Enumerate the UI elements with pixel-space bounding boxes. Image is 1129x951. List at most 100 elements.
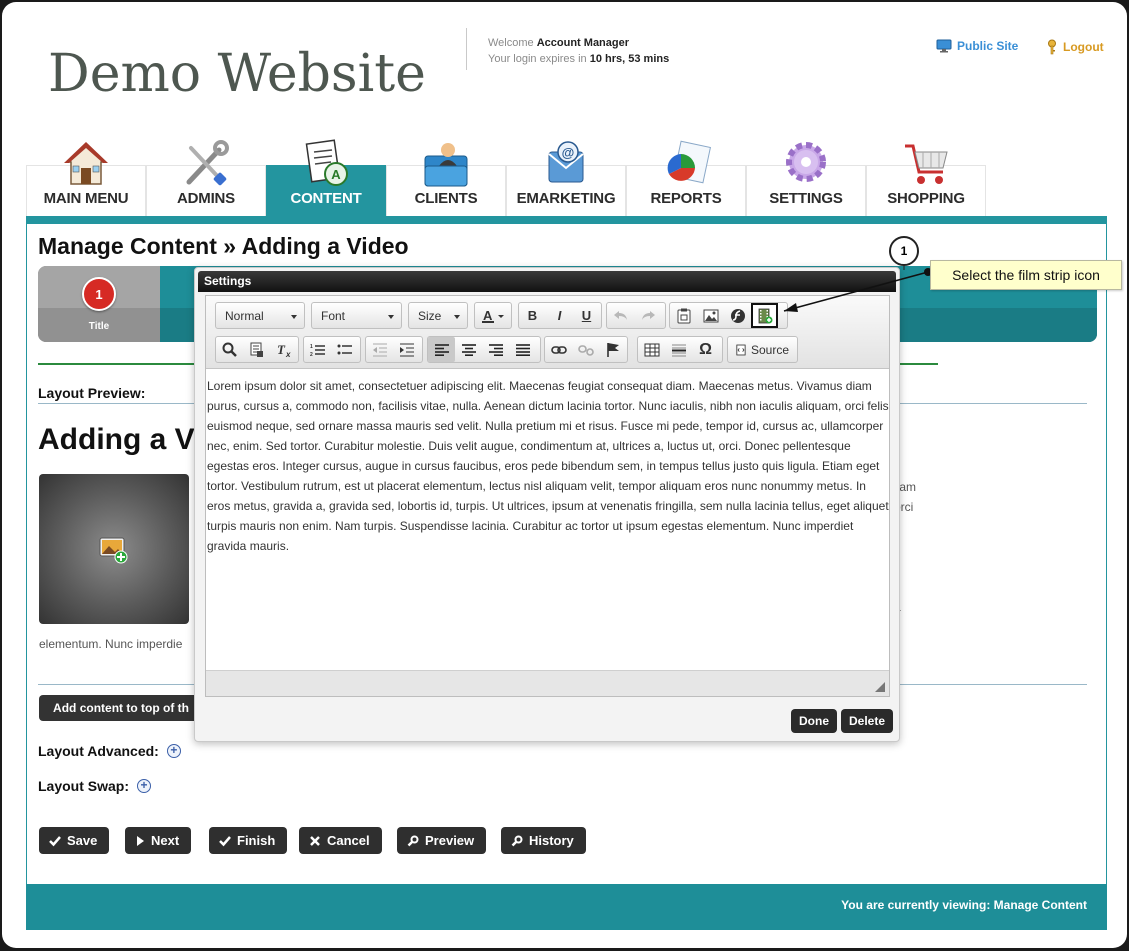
svg-text:A: A — [331, 167, 341, 182]
horizontal-rule-button[interactable] — [665, 337, 692, 362]
underline-button[interactable]: U — [573, 303, 600, 328]
nav-tab-admins[interactable]: ADMINS — [146, 140, 266, 216]
header-divider — [466, 28, 467, 70]
callout-instruction: Select the film strip icon — [930, 260, 1122, 290]
chevron-down-icon — [454, 315, 460, 319]
history-button[interactable]: History — [501, 827, 586, 854]
film-strip-icon — [758, 308, 772, 323]
public-site-link[interactable]: Public Site — [936, 39, 1018, 53]
indent-icon — [399, 343, 414, 356]
table-button[interactable] — [638, 337, 665, 362]
app-frame: Demo Website Welcome Account Manager You… — [2, 2, 1127, 948]
text-color-button[interactable]: A — [475, 303, 511, 328]
link-icon — [550, 345, 567, 354]
nav-tab-content[interactable]: A CONTENT — [266, 139, 386, 216]
undo-button[interactable] — [607, 303, 634, 328]
footer-viewing-text: You are currently viewing: Manage Conten… — [841, 898, 1087, 912]
unlink-button[interactable] — [572, 337, 599, 362]
anchor-button[interactable] — [599, 337, 626, 362]
settings-dialog: Settings Normal Font Size A B I U T x 1 … — [194, 267, 900, 742]
paste-button[interactable] — [670, 303, 697, 328]
step-1-label: Title — [88, 321, 110, 332]
nav-tab-settings[interactable]: SETTINGS — [746, 142, 866, 216]
numbered-list-button[interactable]: 12 — [304, 337, 331, 362]
paste-text-button[interactable] — [243, 337, 270, 362]
nav-label: MAIN MENU — [43, 190, 129, 207]
undo-icon — [613, 310, 627, 320]
image-icon — [703, 309, 718, 322]
editor-content-area[interactable]: Lorem ipsum dolor sit amet, consectetuer… — [206, 370, 889, 670]
svg-text:A: A — [483, 308, 493, 323]
magnifier-icon — [407, 835, 419, 846]
bold-button[interactable]: B — [519, 303, 546, 328]
editor-toolbar: Normal Font Size A B I U T x 1 2 Ω Sourc… — [206, 296, 889, 369]
nav-tab-clients[interactable]: CLIENTS — [386, 143, 506, 216]
insert-media-group — [669, 302, 788, 329]
bullet-list-button[interactable] — [331, 337, 358, 362]
list-group: 12 — [303, 336, 361, 363]
align-justify-button[interactable] — [509, 337, 536, 362]
step-1-badge[interactable]: 1 — [82, 277, 116, 311]
login-time: 10 hrs, 53 mins — [589, 53, 670, 65]
format-dropdown[interactable]: Normal — [215, 302, 305, 329]
clear-format-icon: Tx — [277, 342, 291, 358]
italic-button[interactable]: I — [546, 303, 573, 328]
image-button[interactable] — [697, 303, 724, 328]
expand-plus-icon[interactable]: + — [166, 744, 181, 758]
user-name: Account Manager — [536, 37, 630, 49]
chevron-down-icon — [388, 315, 394, 319]
align-center-icon — [461, 343, 476, 356]
logout-link[interactable]: Logout — [1046, 39, 1104, 55]
save-button[interactable]: Save — [39, 827, 110, 854]
gear-icon — [786, 142, 826, 182]
nav-label: ADMINS — [177, 190, 235, 207]
outdent-button[interactable] — [366, 337, 393, 362]
login-prefix: Your login expires in — [488, 53, 587, 65]
link-button[interactable] — [545, 337, 572, 362]
paste-text-icon — [250, 342, 263, 357]
finish-button[interactable]: Finish — [209, 827, 288, 854]
video-filmstrip-button[interactable] — [751, 303, 778, 328]
main-nav: MAIN MENU ADMINS A CONTENT CLIENTS @ EMA… — [26, 139, 986, 216]
undo-redo-group — [606, 302, 666, 329]
check-icon — [49, 835, 61, 846]
expand-plus-icon[interactable]: + — [137, 779, 152, 793]
nav-tab-shopping[interactable]: SHOPPING — [866, 144, 986, 216]
nav-tab-emarketing[interactable]: @ EMARKETING — [506, 141, 626, 216]
font-dropdown[interactable]: Font — [311, 302, 402, 329]
resize-grip-icon[interactable] — [875, 682, 885, 692]
dialog-title[interactable]: Settings — [198, 271, 896, 292]
numbered-list-icon: 12 — [310, 344, 325, 357]
redo-button[interactable] — [634, 303, 661, 328]
align-left-button[interactable] — [428, 337, 455, 362]
source-button[interactable]: Source — [728, 337, 797, 362]
logout-label: Logout — [1063, 40, 1104, 54]
text-color-group: A — [474, 302, 512, 329]
flash-button[interactable] — [724, 303, 751, 328]
footer-bar: You are currently viewing: Manage Conten… — [26, 884, 1107, 930]
monitor-icon — [936, 39, 952, 53]
find-button[interactable] — [216, 337, 243, 362]
welcome-block: Welcome Account Manager Your login expir… — [488, 35, 669, 67]
done-button[interactable]: Done — [791, 709, 837, 733]
align-center-button[interactable] — [455, 337, 482, 362]
callout-step-number: 1 — [889, 236, 919, 266]
layout-preview-label: Layout Preview: — [38, 385, 146, 401]
cancel-button[interactable]: Cancel — [299, 827, 382, 854]
nav-tab-main-menu[interactable]: MAIN MENU — [26, 142, 146, 216]
add-content-top-button[interactable]: Add content to top of th — [39, 695, 199, 721]
special-char-button[interactable]: Ω — [692, 337, 719, 362]
remove-format-button[interactable]: Tx — [270, 337, 297, 362]
align-right-button[interactable] — [482, 337, 509, 362]
size-dropdown[interactable]: Size — [408, 302, 468, 329]
preview-button[interactable]: Preview — [397, 827, 487, 854]
next-button[interactable]: Next — [125, 827, 192, 854]
indent-button[interactable] — [393, 337, 420, 362]
delete-button[interactable]: Delete — [841, 709, 893, 733]
public-site-label: Public Site — [957, 39, 1019, 53]
insert-group: Ω — [637, 336, 723, 363]
add-content-top-label: Add content to top of th — [53, 701, 189, 715]
flag-icon — [606, 342, 619, 357]
table-icon — [644, 343, 659, 356]
nav-tab-reports[interactable]: REPORTS — [626, 140, 746, 216]
